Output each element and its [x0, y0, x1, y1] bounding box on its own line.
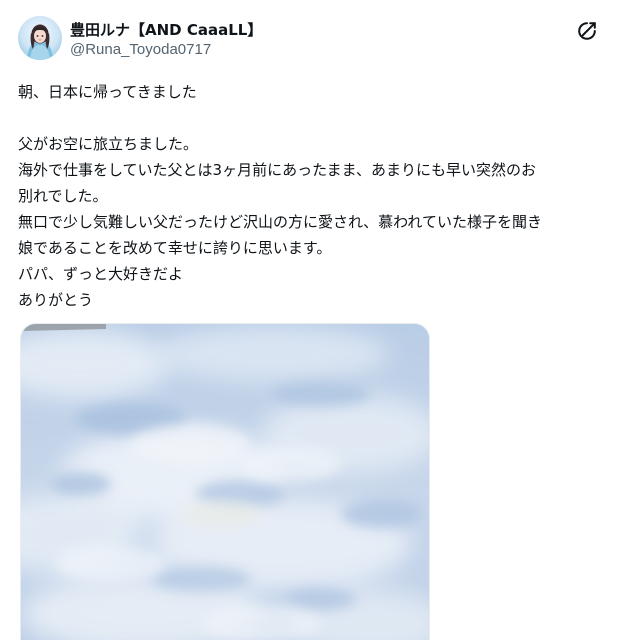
tweet-text-line: 別れでした。 — [18, 187, 108, 205]
sky-photo — [21, 324, 429, 640]
tweet-text-spacer — [18, 105, 624, 131]
x-logo-icon — [578, 22, 596, 40]
tweet-text-line: ありがとう — [18, 291, 94, 309]
tweet-text-line: 朝、日本に帰ってきました — [18, 83, 197, 101]
tweet-text-line: 海外で仕事をしていた父とは3ヶ月前にあったまま、あまりにも早い突然のお — [18, 161, 537, 179]
author-display-name[interactable]: 豊田ルナ【AND CaaaLL】 — [70, 19, 262, 40]
x-logo-link[interactable] — [576, 20, 598, 42]
author-name-row: 豊田ルナ【AND CaaaLL】 — [70, 18, 262, 40]
tweet-text-line: 父がお空に旅立ちました。 — [18, 135, 199, 153]
tweet-text-line: 娘であることを改めて幸せに誇りに思います。 — [18, 239, 332, 257]
tweet-text-line: パパ、ずっと大好きだよ — [18, 265, 184, 283]
author-handle[interactable]: @Runa_Toyoda0717 — [70, 41, 211, 58]
tweet-photo[interactable] — [20, 323, 430, 640]
avatar[interactable] — [18, 16, 62, 60]
tweet-text: 朝、日本に帰ってきました 父がお空に旅立ちました。 海外で仕事をしていた父とは3… — [18, 79, 624, 313]
tweet-text-line: 無口で少し気難しい父だったけど沢山の方に愛され、慕われていた様子を聞き — [18, 213, 542, 231]
profile-photo-icon — [18, 16, 62, 60]
tweet-card: 豊田ルナ【AND CaaaLL】 @Runa_Toyoda0717 朝、日本に帰… — [0, 0, 640, 640]
